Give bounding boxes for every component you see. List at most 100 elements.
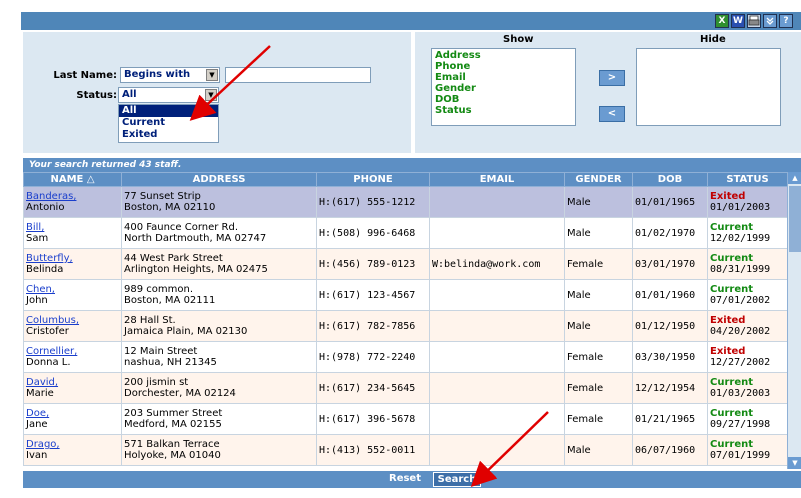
status-date: 09/27/1998 <box>710 419 771 430</box>
chevron-down-icon[interactable]: ▼ <box>206 69 218 81</box>
phone-cell: H:(456) 789-0123 <box>316 248 430 280</box>
word-icon[interactable]: W <box>731 14 745 28</box>
email-cell <box>429 403 565 435</box>
address-line1: 203 Summer Street <box>124 408 223 419</box>
show-header: Show <box>503 34 534 45</box>
staff-name-link[interactable]: Butterfly, <box>26 253 119 264</box>
hidden-columns-list[interactable] <box>636 48 781 126</box>
phone-cell: H:(617) 234-5645 <box>316 372 430 404</box>
status-date: 07/01/1999 <box>710 450 771 461</box>
table-row[interactable]: Columbus, Cristofer 28 Hall St. Jamaica Pla… <box>23 310 787 342</box>
table-row[interactable]: Drago, Ivan 571 Balkan Terrace Holyoke, MA … <box>23 434 787 466</box>
address-line2: Boston, MA 02110 <box>124 202 216 213</box>
staff-first-name: Sam <box>26 233 49 244</box>
collapse-icon[interactable] <box>763 14 777 28</box>
gender-cell: Female <box>564 341 633 373</box>
table-row[interactable]: Butterfly, Belinda 44 West Park Street Arli… <box>23 248 787 280</box>
shown-columns-list[interactable]: Address Phone Email Gender DOB Status <box>431 48 576 126</box>
staff-name-link[interactable]: Bill, <box>26 222 119 233</box>
action-bar: Reset Search <box>23 471 801 488</box>
print-icon[interactable] <box>747 14 761 28</box>
status-date: 12/27/2002 <box>710 357 771 368</box>
table-row[interactable]: Chen, John 989 common. Boston, MA 02111 H:(6… <box>23 279 787 311</box>
column-header-name[interactable]: NAME △ <box>23 172 122 187</box>
help-icon[interactable]: ? <box>779 14 793 28</box>
move-left-button[interactable]: < <box>599 106 625 122</box>
shown-column-item[interactable]: Email <box>432 72 575 83</box>
column-header-status[interactable]: STATUS <box>707 172 787 187</box>
staff-first-name: Marie <box>26 388 54 399</box>
column-header-dob[interactable]: DOB <box>632 172 708 187</box>
staff-search-window: X W ? Last Name: Begins with ▼ Status: A… <box>21 12 801 488</box>
address-cell: 400 Faunce Corner Rd. North Dartmouth, MA… <box>121 217 317 249</box>
chevron-down-icon[interactable]: ▼ <box>205 89 217 101</box>
status-dropdown-list[interactable]: All Current Exited <box>118 104 219 143</box>
gender-cell: Male <box>564 434 633 466</box>
name-cell: Banderas, Antonio <box>23 186 122 218</box>
table-row[interactable]: David, Marie 200 jismin st Dorchester, MA 0… <box>23 372 787 404</box>
column-header-email[interactable]: EMAIL <box>429 172 565 187</box>
name-cell: Drago, Ivan <box>23 434 122 466</box>
scroll-down-icon[interactable]: ▼ <box>788 457 801 469</box>
staff-name-link[interactable]: Doe, <box>26 408 119 419</box>
shown-column-item[interactable]: Address <box>432 50 575 61</box>
reset-button[interactable]: Reset <box>383 472 427 487</box>
gender-cell: Female <box>564 403 633 435</box>
status-option-all[interactable]: All <box>119 105 218 117</box>
address-line2: Jamaica Plain, MA 02130 <box>124 326 248 337</box>
table-header-row: NAME △ ADDRESS PHONE EMAIL GENDER DOB ST… <box>23 172 787 187</box>
staff-name-link[interactable]: Columbus, <box>26 315 119 326</box>
gender-cell: Female <box>564 248 633 280</box>
table-row[interactable]: Banderas, Antonio 77 Sunset Strip Boston, M… <box>23 186 787 218</box>
column-header-address[interactable]: ADDRESS <box>121 172 317 187</box>
scroll-up-icon[interactable]: ▲ <box>788 172 801 184</box>
table-row[interactable]: Bill, Sam 400 Faunce Corner Rd. North Dartm… <box>23 217 787 249</box>
table-scrollbar[interactable]: ▲ ▼ <box>787 172 801 469</box>
status-option-current[interactable]: Current <box>119 117 218 129</box>
staff-name-link[interactable]: David, <box>26 377 119 388</box>
status-select[interactable]: All ▼ <box>118 87 219 103</box>
match-mode-select[interactable]: Begins with ▼ <box>120 67 220 83</box>
status-text: Current <box>710 284 754 295</box>
email-cell <box>429 310 565 342</box>
address-cell: 12 Main Street nashua, NH 21345 <box>121 341 317 373</box>
shown-column-item[interactable]: Gender <box>432 83 575 94</box>
status-cell: Current 09/27/1998 <box>707 403 787 435</box>
name-cell: Butterfly, Belinda <box>23 248 122 280</box>
phone-cell: H:(617) 396-5678 <box>316 403 430 435</box>
address-line1: 12 Main Street <box>124 346 198 357</box>
staff-name-link[interactable]: Drago, <box>26 439 119 450</box>
column-header-phone[interactable]: PHONE <box>316 172 430 187</box>
staff-name-link[interactable]: Banderas, <box>26 191 119 202</box>
address-cell: 77 Sunset Strip Boston, MA 02110 <box>121 186 317 218</box>
move-right-button[interactable]: > <box>599 70 625 86</box>
email-cell <box>429 341 565 373</box>
excel-icon[interactable]: X <box>715 14 729 28</box>
column-header-gender[interactable]: GENDER <box>564 172 633 187</box>
last-name-input[interactable] <box>225 67 371 83</box>
search-button[interactable]: Search <box>433 472 481 487</box>
dob-cell: 03/30/1950 <box>632 341 708 373</box>
status-label: Status: <box>76 90 117 101</box>
staff-first-name: Ivan <box>26 450 48 461</box>
table-row[interactable]: Doe, Jane 203 Summer Street Medford, MA 021… <box>23 403 787 435</box>
status-select-value: All <box>122 89 137 100</box>
address-cell: 44 West Park Street Arlington Heights, MA… <box>121 248 317 280</box>
staff-name-link[interactable]: Cornellier, <box>26 346 119 357</box>
shown-column-item[interactable]: Phone <box>432 61 575 72</box>
dob-cell: 01/21/1965 <box>632 403 708 435</box>
shown-column-item[interactable]: Status <box>432 105 575 116</box>
staff-first-name: Donna L. <box>26 357 71 368</box>
address-line1: 989 common. <box>124 284 193 295</box>
staff-first-name: Belinda <box>26 264 64 275</box>
status-option-exited[interactable]: Exited <box>119 129 218 141</box>
name-cell: Columbus, Cristofer <box>23 310 122 342</box>
table-row[interactable]: Cornellier, Donna L. 12 Main Street nashua,… <box>23 341 787 373</box>
address-cell: 28 Hall St. Jamaica Plain, MA 02130 <box>121 310 317 342</box>
address-line2: Boston, MA 02111 <box>124 295 216 306</box>
status-date: 01/01/2003 <box>710 202 771 213</box>
scrollbar-thumb[interactable] <box>789 186 801 252</box>
status-date: 08/31/1999 <box>710 264 771 275</box>
staff-name-link[interactable]: Chen, <box>26 284 119 295</box>
shown-column-item[interactable]: DOB <box>432 94 575 105</box>
